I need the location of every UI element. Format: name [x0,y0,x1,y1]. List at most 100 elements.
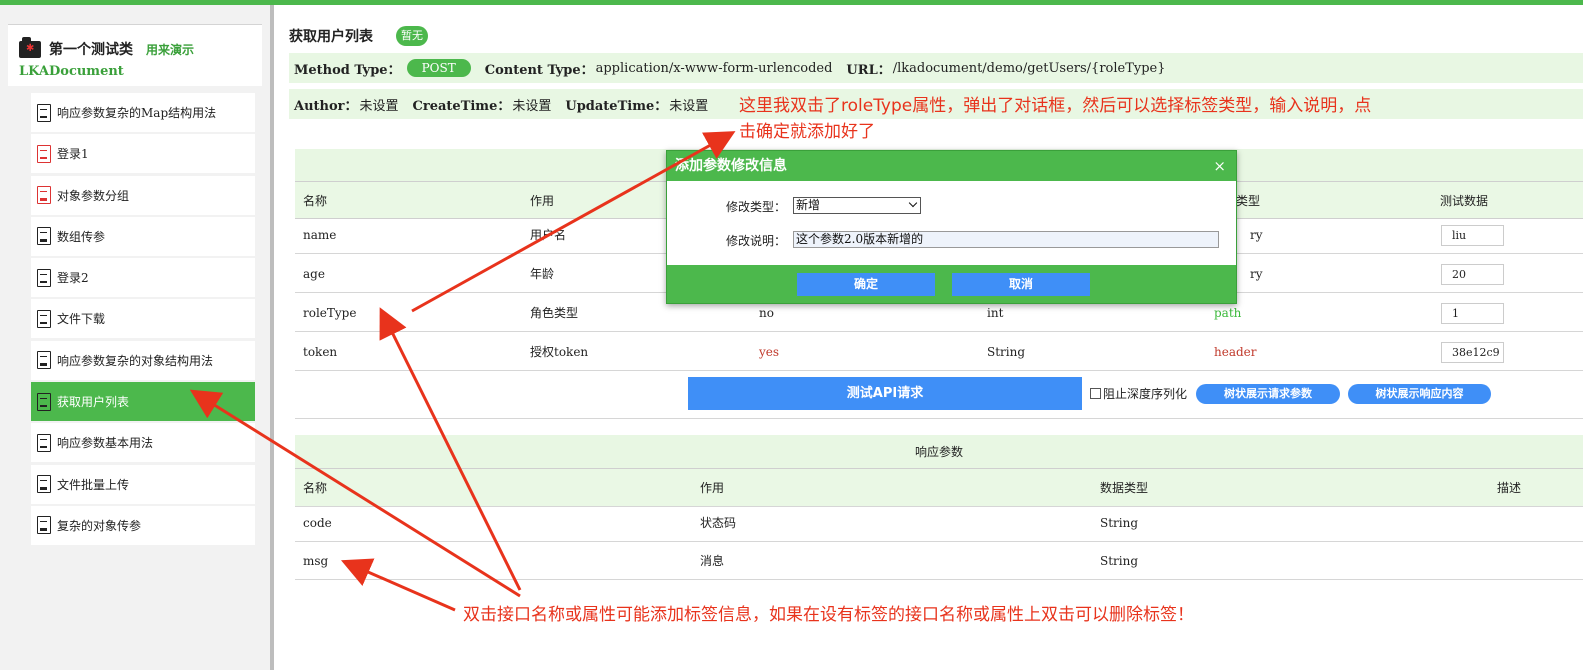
param-name[interactable]: age [303,255,325,293]
table-row: msg 消息 String [295,542,1583,580]
confirm-button[interactable]: 确定 [797,273,935,296]
create-time-label: CreateTime： [412,98,511,114]
menu-item-label: 获取用户列表 [57,395,130,410]
menu-item-label: 文件批量上传 [57,477,130,492]
test-api-button[interactable]: 测试API请求 [688,377,1082,410]
menu-item-label: 响应参数基本用法 [57,436,154,451]
document-icon [37,103,51,122]
param-name[interactable]: name [303,216,336,254]
modify-type-label: 修改类型： [726,200,787,214]
sidebar: ✱ 第一个测试类 用来演示 LKADocument 响应参数复杂的Map结构用法… [0,5,270,670]
table-row: code 状态码 String [295,504,1583,542]
menu-item[interactable]: 复杂的对象传参 [31,505,255,545]
dialog-title: 添加参数修改信息 [667,151,1236,181]
param-where-partial: ry [1250,228,1263,242]
param-name[interactable]: roleType [303,294,356,332]
annotation-top-line2: 击确定就添加好了 [739,122,875,142]
menu-item[interactable]: 对象参数分组 [31,175,255,215]
document-icon [37,392,51,411]
content-type-label: Content Type： [484,62,594,78]
tree-request-button[interactable]: 树状展示请求参数 [1196,384,1340,404]
menu-item[interactable]: 响应参数复杂的Map结构用法 [31,93,255,132]
author-label: Author： [294,98,358,114]
modify-info-dialog: 添加参数修改信息 × 修改类型： 新增 修改说明： 这个参数2.0版本新增的 确… [666,150,1237,304]
menu-item-label: 登录2 [57,271,89,286]
annotation-bottom: 双击接口名称或属性可能添加标签信息，如果在设有标签的接口名称或属性上双击可以删除… [463,605,1194,625]
method-badge: POST [406,59,471,77]
request-actions: 测试API请求 阻止深度序列化 树状展示请求参数 树状展示响应内容 [295,371,1583,419]
chevron-down-icon [908,198,918,208]
annotation-top-line1: 这里我双击了roleType属性，弹出了对话框，然后可以选择标签类型，输入说明，… [739,96,1372,116]
menu-item-label: 响应参数复杂的对象结构用法 [57,353,214,368]
cancel-button[interactable]: 取消 [952,273,1090,296]
method-label: Method Type： [294,62,401,78]
url-value: /lkadocument/demo/getUsers/{roleType} [892,60,1166,76]
header-test-data: 测试数据 [1440,194,1489,208]
header-name: 名称 [303,481,328,495]
url-label: URL： [846,62,891,78]
close-icon[interactable]: × [1213,151,1226,181]
dialog-footer: 确定 取消 [667,265,1236,303]
create-time-value: 未设置 [512,98,552,114]
document-icon [37,516,51,535]
menu-item-label: 对象参数分组 [57,188,130,203]
document-icon [37,144,51,163]
document-icon [37,475,51,494]
content-type-value: application/x-www-form-urlencoded [595,60,833,76]
header-data-type: 数据类型 [1100,481,1149,495]
menu-item[interactable]: 数组传参 [31,216,255,256]
test-data-input[interactable]: 38e12c9 [1441,342,1504,363]
document-icon [37,268,51,287]
menu-item-label: 复杂的对象传参 [57,518,142,533]
api-menu: 响应参数复杂的Map结构用法 登录1 对象参数分组 数组传参 登录2 文件下载 … [31,93,255,547]
tree-response-button[interactable]: 树状展示响应内容 [1348,384,1491,404]
document-icon [37,227,51,246]
modify-type-select[interactable]: 新增 [793,197,921,214]
test-data-input[interactable]: liu [1441,225,1504,246]
response-table-header: 名称 作用 数据类型 描述 [295,469,1583,507]
menu-item-label: 登录1 [57,147,89,162]
param-required: yes [759,345,780,359]
menu-item[interactable]: 文件批量上传 [31,464,255,504]
param-desc: 授权token [530,345,589,359]
response-name[interactable]: code [303,504,332,542]
menu-item[interactable]: 响应参数基本用法 [31,423,255,463]
test-data-input[interactable]: 1 [1441,303,1504,324]
param-name[interactable]: token [303,333,337,371]
sidebar-divider[interactable] [270,5,274,670]
class-title: 第一个测试类 [49,42,133,58]
menu-item[interactable]: 文件下载 [31,299,255,339]
class-subtitle: 用来演示 [146,43,195,57]
param-type: String [987,345,1026,359]
modify-desc-input[interactable]: 这个参数2.0版本新增的 [793,231,1219,248]
response-type: String [1100,516,1139,530]
author-value: 未设置 [359,98,399,114]
document-icon [37,351,51,370]
menu-item-active[interactable]: 获取用户列表 [31,382,255,422]
response-params-title: 响应参数 [295,435,1583,469]
param-where: header [1214,345,1257,359]
header-name: 名称 [303,194,328,208]
header-desc: 作用 [530,194,555,208]
update-time-value: 未设置 [669,98,709,114]
deep-serialize-label: 阻止深度序列化 [1103,387,1188,401]
menu-item[interactable]: 响应参数复杂的对象结构用法 [31,340,255,380]
param-desc: 年龄 [530,267,555,281]
modify-desc-label: 修改说明： [726,234,787,248]
header-type: 类型 [1236,194,1261,208]
document-icon [37,309,51,328]
menu-item-label: 文件下载 [57,312,106,327]
table-row: token 授权token yes String header 38e12c9 [295,333,1583,371]
menu-item[interactable]: 登录1 [31,134,255,174]
menu-item[interactable]: 登录2 [31,258,255,298]
test-data-input[interactable]: 20 [1441,264,1504,285]
response-name[interactable]: msg [303,542,328,580]
class-header[interactable]: ✱ 第一个测试类 用来演示 LKADocument [8,24,262,86]
method-info-row: Method Type： POST Content Type： applicat… [289,53,1583,83]
class-name: LKADocument [19,64,124,79]
folder-icon: ✱ [19,37,41,58]
api-title[interactable]: 获取用户列表 [289,26,373,46]
tag-badge: 暂无 [396,26,428,46]
param-desc: 用户名 [530,228,567,242]
deep-serialize-checkbox[interactable] [1090,388,1101,399]
